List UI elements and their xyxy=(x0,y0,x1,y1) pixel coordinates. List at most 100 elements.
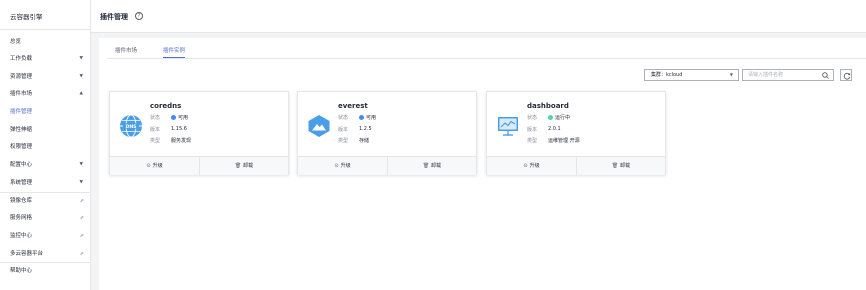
plugin-card-everest: everest 状态 可用 版本 1.2.5 类型 存储 ⊙ 升级 🗑 卸载 xyxy=(297,91,477,176)
external-link-icon: ⬈ xyxy=(79,198,84,204)
sidebar-item-label: 系统管理 xyxy=(10,180,33,186)
sidebar-item-permissions[interactable]: 权限管理 xyxy=(0,141,91,153)
uninstall-button[interactable]: 🗑 卸载 xyxy=(576,157,665,176)
sidebar-item-overview[interactable]: 总览 xyxy=(0,36,91,48)
sidebar-item-label: 监控中心 xyxy=(10,233,33,239)
upgrade-icon: ⊙ xyxy=(146,163,151,169)
upgrade-button[interactable]: ⊙ 升级 xyxy=(298,157,387,176)
uninstall-button[interactable]: 🗑 卸载 xyxy=(199,157,288,176)
tab-plugin-instances[interactable]: 插件实例 xyxy=(163,46,186,58)
sidebar-item-label: 工作负载 xyxy=(10,56,33,62)
sidebar-item-label: 插件管理 xyxy=(10,109,33,115)
status-dot xyxy=(359,114,364,120)
sidebar-item-service-mesh[interactable]: 服务网格 ⬈ xyxy=(0,212,91,224)
card-footer: ⊙ 升级 🗑 卸载 xyxy=(298,156,476,176)
external-link-icon: ⬈ xyxy=(79,233,84,239)
refresh-button[interactable] xyxy=(840,69,852,81)
sidebar-divider xyxy=(0,262,91,263)
sidebar-item-label: 配置中心 xyxy=(10,162,33,168)
plugin-name: coredns xyxy=(150,102,182,110)
sidebar-item-label: 权限管理 xyxy=(10,144,33,150)
search-icon[interactable] xyxy=(822,72,829,79)
cluster-select[interactable]: 集群：kcloud ▼ xyxy=(644,69,739,81)
sidebar-item-monitoring[interactable]: 监控中心 ⬈ xyxy=(0,230,91,242)
plugin-name: dashboard xyxy=(527,102,569,110)
tabs-divider xyxy=(107,58,866,59)
version-value: 1.2.5 xyxy=(359,126,372,132)
sidebar-item-config-center[interactable]: 配置中心 ▼ xyxy=(0,159,91,171)
sidebar-item-label: 多云容器平台 xyxy=(10,251,44,257)
version-label: 版本 xyxy=(527,127,538,133)
chevron-down-icon: ▼ xyxy=(79,162,83,167)
type-value: 运维管理 开源 xyxy=(548,138,580,144)
uninstall-button[interactable]: 🗑 卸载 xyxy=(387,157,476,176)
type-label: 类型 xyxy=(150,138,161,144)
sidebar-item-plugin-management[interactable]: 插件管理 xyxy=(0,106,91,118)
status-dot xyxy=(171,114,176,120)
tab-plugin-market[interactable]: 插件市场 xyxy=(115,46,137,58)
status-label: 状态 xyxy=(150,115,161,121)
sidebar-item-label: 总览 xyxy=(10,39,22,45)
version-label: 版本 xyxy=(150,127,161,133)
version-value: 1.15.6 xyxy=(171,126,187,132)
external-link-icon: ⬈ xyxy=(79,215,84,221)
page-header: 插件管理 ? xyxy=(91,0,866,33)
upgrade-icon: ⊙ xyxy=(334,163,339,169)
sidebar-item-system[interactable]: 系统管理 ▼ xyxy=(0,177,91,189)
trash-icon: 🗑 xyxy=(611,163,619,169)
upgrade-button[interactable]: ⊙ 升级 xyxy=(110,157,199,176)
chevron-down-icon: ▼ xyxy=(79,56,83,61)
plugin-card-dashboard: dashboard 状态 运行中 版本 2.0.1 类型 运维管理 开源 ⊙ 升级… xyxy=(486,91,666,176)
chevron-down-icon: ▼ xyxy=(79,74,83,79)
dashboard-chart-icon xyxy=(498,117,518,136)
content-panel: 插件市场 插件实例 集群：kcloud ▼ 请输入插件名称 coredns DN… xyxy=(99,38,866,290)
status-value: 可用 xyxy=(171,114,188,121)
sidebar-item-help[interactable]: 帮助中心 xyxy=(0,265,91,277)
sidebar-item-label: 服务网格 xyxy=(10,215,33,221)
cluster-select-value: 集群：kcloud xyxy=(651,72,683,78)
dns-globe-icon: DNS xyxy=(120,114,142,138)
plugin-card-coredns: coredns DNS 状态 可用 版本 1.15.6 类型 服务发现 ⊙ 升级 … xyxy=(109,91,289,176)
page-title: 插件管理 xyxy=(100,13,128,21)
plugin-name: everest xyxy=(338,102,368,110)
search-input[interactable]: 请输入插件名称 xyxy=(742,69,834,81)
sidebar: 云容器引擎 总览 工作负载 ▼ 资源管理 ▼ 插件市场 ▲ 插件管理 弹性伸缩 … xyxy=(0,0,91,290)
chevron-up-icon: ▲ xyxy=(79,91,83,96)
card-footer: ⊙ 升级 🗑 卸载 xyxy=(110,156,288,176)
upgrade-button[interactable]: ⊙ 升级 xyxy=(487,157,576,176)
chevron-down-icon: ▼ xyxy=(79,180,83,185)
status-value: 运行中 xyxy=(548,114,570,121)
upgrade-icon: ⊙ xyxy=(523,163,528,169)
sidebar-item-autoscaling[interactable]: 弹性伸缩 xyxy=(0,124,91,136)
mountain-cube-icon xyxy=(308,115,330,137)
card-footer: ⊙ 升级 🗑 卸载 xyxy=(487,156,665,176)
svg-text:DNS: DNS xyxy=(126,124,137,130)
sidebar-item-plugin-market[interactable]: 插件市场 ▲ xyxy=(0,88,91,100)
sidebar-divider xyxy=(0,29,91,30)
type-label: 类型 xyxy=(338,138,349,144)
sidebar-item-label: 插件市场 xyxy=(10,91,33,97)
sidebar-title: 云容器引擎 xyxy=(10,13,43,21)
status-label: 状态 xyxy=(527,115,538,121)
sidebar-item-multicloud[interactable]: 多云容器平台 ⬈ xyxy=(0,248,91,260)
refresh-icon xyxy=(843,72,851,80)
external-link-icon: ⬈ xyxy=(79,251,84,257)
sidebar-item-label: 资源管理 xyxy=(10,74,33,80)
type-label: 类型 xyxy=(527,138,538,144)
status-label: 状态 xyxy=(338,115,349,121)
sidebar-divider xyxy=(0,192,91,193)
status-value: 可用 xyxy=(359,114,376,121)
sidebar-item-label: 帮助中心 xyxy=(10,268,33,274)
version-label: 版本 xyxy=(338,127,349,133)
help-icon[interactable]: ? xyxy=(135,12,143,20)
trash-icon: 🗑 xyxy=(234,163,242,169)
version-value: 2.0.1 xyxy=(548,126,561,132)
chevron-down-icon: ▼ xyxy=(729,72,733,77)
sidebar-item-label: 弹性伸缩 xyxy=(10,127,33,133)
sidebar-item-workloads[interactable]: 工作负载 ▼ xyxy=(0,53,91,65)
sidebar-item-image-repo[interactable]: 镜像仓库 ⬈ xyxy=(0,195,91,207)
search-placeholder: 请输入插件名称 xyxy=(748,72,784,78)
type-value: 服务发现 xyxy=(171,138,192,144)
type-value: 存储 xyxy=(359,138,370,144)
sidebar-item-resources[interactable]: 资源管理 ▼ xyxy=(0,71,91,83)
